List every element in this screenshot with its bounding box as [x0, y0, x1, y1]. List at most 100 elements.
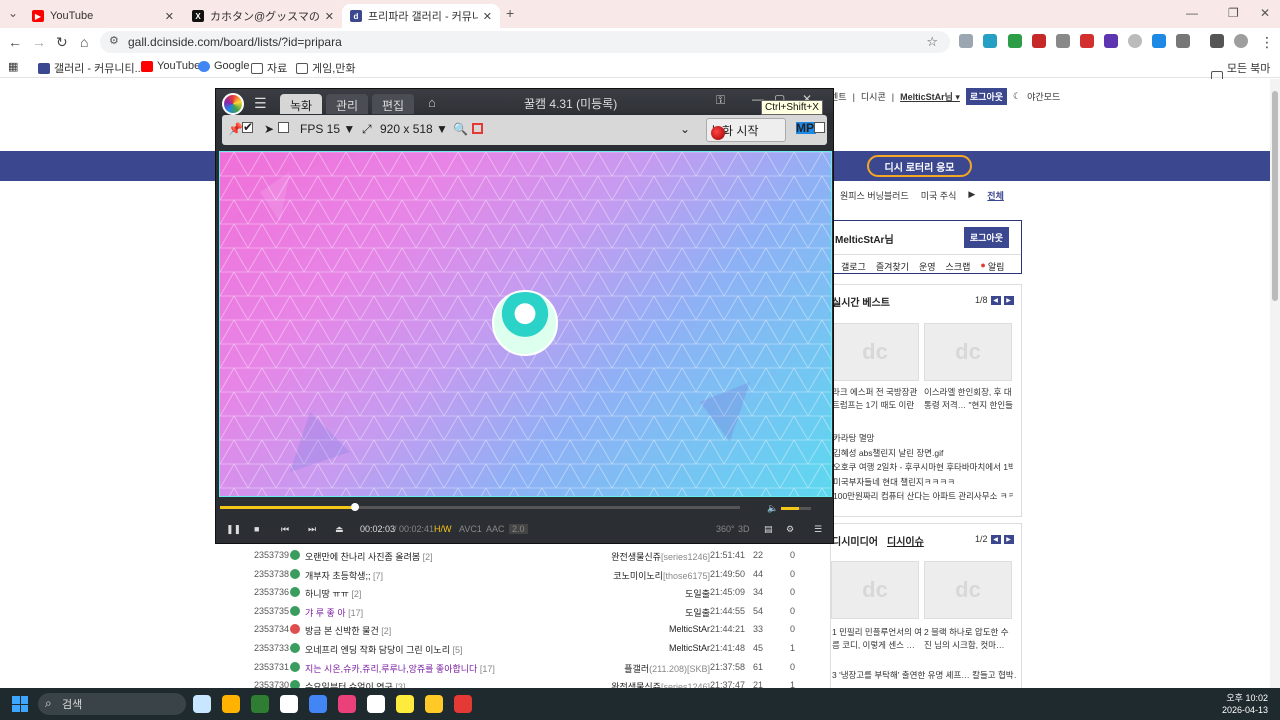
- next-arrow-icon[interactable]: ▶: [1003, 534, 1014, 544]
- post-title[interactable]: 지는 시온,슈카,쥬리,루루나,앙쥬를 좋아합니다 [17]: [305, 662, 495, 675]
- post-title[interactable]: 오네프리 엔딩 작화 담당이 그린 이노리 [5]: [305, 643, 463, 656]
- extension-icon[interactable]: [983, 34, 997, 48]
- bookmark-item[interactable]: 갤러리 - 커뮤니티...: [38, 60, 144, 76]
- logout-button[interactable]: 로그아웃: [965, 88, 1008, 105]
- record-start-button[interactable]: 녹화 시작: [706, 118, 786, 142]
- post-title-text[interactable]: 오네프리 엔딩 작화 담당이 그린 이노리: [305, 645, 450, 655]
- comment-count[interactable]: [17]: [348, 608, 363, 618]
- size-select[interactable]: 920 x 518 ▼: [380, 122, 448, 136]
- table-row[interactable]: 2353731 지는 시온,슈카,쥬리,루루나,앙쥬를 좋아합니다 [17] 플갤러…: [250, 659, 810, 678]
- downloads-icon[interactable]: [1210, 34, 1224, 48]
- night-mode-toggle[interactable]: 야간모드: [1027, 90, 1060, 103]
- download-ext-icon[interactable]: [1152, 34, 1166, 48]
- thumbnail[interactable]: dc: [831, 323, 919, 381]
- prev-icon[interactable]: ⏮: [281, 524, 289, 535]
- media-caption[interactable]: 3 '냉장고를 부탁해' 출연한 유명 셰프… 칼들고 협박…: [832, 669, 1017, 682]
- lottery-button[interactable]: 디시 로터리 응모: [867, 155, 972, 177]
- username[interactable]: MelticStAr님: [835, 231, 894, 246]
- region-icon[interactable]: [472, 123, 483, 134]
- search-icon[interactable]: 🔍: [453, 122, 468, 136]
- favorites-link[interactable]: 즐겨찾기: [876, 260, 909, 273]
- post-title[interactable]: 방금 본 신박한 물건 [2]: [305, 624, 391, 637]
- thumbnail[interactable]: dc: [924, 561, 1012, 619]
- gallog-link[interactable]: 갤로그: [841, 260, 866, 273]
- best-list-item[interactable]: 카라탕 멸망: [833, 431, 1013, 446]
- volume-icon[interactable]: 🔈: [767, 503, 778, 514]
- taskbar-app-icon[interactable]: [338, 695, 356, 713]
- pin-icon[interactable]: 📌: [228, 122, 243, 136]
- 3d-button[interactable]: 3D: [738, 524, 750, 534]
- taskbar-app-icon[interactable]: [425, 695, 443, 713]
- best-list-item[interactable]: 미국부자들네 현대 챌린지ㅋㅋㅋㅋ: [833, 475, 1013, 490]
- best-list-item[interactable]: 김혜성 abs챌린지 날린 장면.gif: [833, 446, 1013, 461]
- ticker-all-link[interactable]: 전체: [987, 189, 1004, 202]
- tab-record[interactable]: 녹화: [280, 94, 323, 114]
- bookmark-star-icon[interactable]: ☆: [926, 34, 938, 50]
- writer-name[interactable]: MelticStAr: [669, 643, 710, 653]
- home-icon[interactable]: ⌂: [428, 95, 436, 110]
- post-writer[interactable]: MelticStAr: [669, 643, 710, 653]
- tab-dc-media[interactable]: 디시미디어: [832, 533, 878, 548]
- gear-icon[interactable]: ⚙: [786, 524, 794, 535]
- menu-link[interactable]: 디시콘: [861, 90, 886, 103]
- cursor-icon[interactable]: ➤: [264, 122, 274, 136]
- extension-icon[interactable]: [1128, 34, 1142, 48]
- writer-name[interactable]: 코노미이노리: [613, 571, 663, 581]
- post-title[interactable]: 개부자 초등학생;; [7]: [305, 569, 383, 582]
- post-title[interactable]: 하니땅 ㅠㅠ [2]: [305, 587, 361, 600]
- menu-kebab-icon[interactable]: ⋮: [1260, 34, 1274, 51]
- media-caption[interactable]: 1 민필리 민플루언서의 여름 코디, 이렇게 센스 …: [832, 626, 922, 652]
- scrap-link[interactable]: 스크랩: [946, 260, 971, 273]
- writer-name[interactable]: 플갤러: [624, 664, 649, 674]
- post-writer[interactable]: 플갤러(211.208)[SKB]: [624, 662, 710, 675]
- table-row[interactable]: 2353739 오랜만에 찬나리 사진좀 올려봄 [2] 완전생물신쥬[series…: [250, 547, 810, 566]
- close-window-icon[interactable]: ✕: [1260, 6, 1270, 20]
- reload-icon[interactable]: ↻: [56, 34, 68, 51]
- minimize-icon[interactable]: —: [1186, 6, 1198, 20]
- post-title-text[interactable]: 하니땅 ㅠㅠ: [305, 589, 349, 599]
- key-icon[interactable]: ⚿: [716, 93, 725, 108]
- thumbnail[interactable]: dc: [831, 561, 919, 619]
- vr360-button[interactable]: 360°: [716, 524, 735, 534]
- post-title[interactable]: 갸 루 좋 아 [17]: [305, 606, 363, 619]
- system-clock[interactable]: 오후 10:02 2026-04-13: [1222, 692, 1268, 716]
- profile-avatar[interactable]: [1234, 34, 1248, 48]
- close-tab-icon[interactable]: ✕: [483, 10, 492, 23]
- stop-icon[interactable]: ■: [254, 524, 259, 534]
- scroll-thumb[interactable]: [1272, 91, 1278, 301]
- back-icon[interactable]: ←: [8, 34, 22, 50]
- pause-icon[interactable]: ❚❚: [226, 524, 241, 535]
- seek-handle[interactable]: [351, 503, 360, 511]
- post-writer[interactable]: 완전생물신쥬[series1246]: [611, 550, 710, 563]
- table-row[interactable]: 2353733 오네프리 엔딩 작화 담당이 그린 이노리 [5] MelticSt…: [250, 640, 810, 659]
- thumbnail[interactable]: dc: [924, 323, 1012, 381]
- taskbar-search[interactable]: ⌕ 검색: [38, 693, 186, 715]
- prev-arrow-icon[interactable]: ◀: [990, 295, 1001, 305]
- taskbar-app-icon[interactable]: [280, 695, 298, 713]
- user-menu-link[interactable]: MelticStAr님 ▾: [900, 90, 960, 103]
- post-writer[interactable]: 완전생물신쥬[series1246]: [611, 680, 710, 688]
- home-icon[interactable]: ⌂: [80, 34, 88, 50]
- post-writer[interactable]: 도일출: [685, 606, 710, 619]
- tab-pripara-gallery[interactable]: d 프리파라 갤러리 - 커뮤니티 포 ✕: [342, 4, 500, 28]
- taskbar-app-icon[interactable]: [396, 695, 414, 713]
- writer-name[interactable]: 완전생물신쥬: [611, 552, 661, 562]
- extension-icon[interactable]: [1032, 34, 1046, 48]
- video-preview[interactable]: [219, 151, 832, 497]
- new-tab-icon[interactable]: +: [506, 5, 514, 21]
- comment-count[interactable]: [2]: [351, 589, 361, 599]
- extension-icon[interactable]: [1080, 34, 1094, 48]
- table-row[interactable]: 2353738 개부자 초등학생;; [7] 코노미이노리[those6175] 21…: [250, 566, 810, 585]
- best-caption[interactable]: 라크 에스퍼 전 국방장관 트럼프는 1기 때도 이란: [832, 386, 922, 412]
- table-row[interactable]: 2353736 하니땅 ㅠㅠ [2] 도일출 21:45:09 34 0: [250, 584, 810, 603]
- comment-count[interactable]: [2]: [423, 552, 433, 562]
- tab-edit[interactable]: 편집: [372, 94, 415, 114]
- pin-checkbox[interactable]: ✔: [242, 121, 253, 133]
- logout-button[interactable]: 로그아웃: [963, 227, 1009, 248]
- ticker-item[interactable]: 원피스 버닝블러드: [840, 189, 909, 202]
- comment-count[interactable]: [17]: [480, 664, 495, 674]
- best-list-item[interactable]: 100만원짜리 컴퓨터 산다는 아파트 관리사무소 ㅋㅋ: [833, 489, 1013, 504]
- post-writer[interactable]: 도일출: [685, 587, 710, 600]
- prev-arrow-icon[interactable]: ◀: [990, 534, 1001, 544]
- table-row[interactable]: 2353734 방금 본 신박한 물건 [2] MelticStAr 21:44:21…: [250, 621, 810, 640]
